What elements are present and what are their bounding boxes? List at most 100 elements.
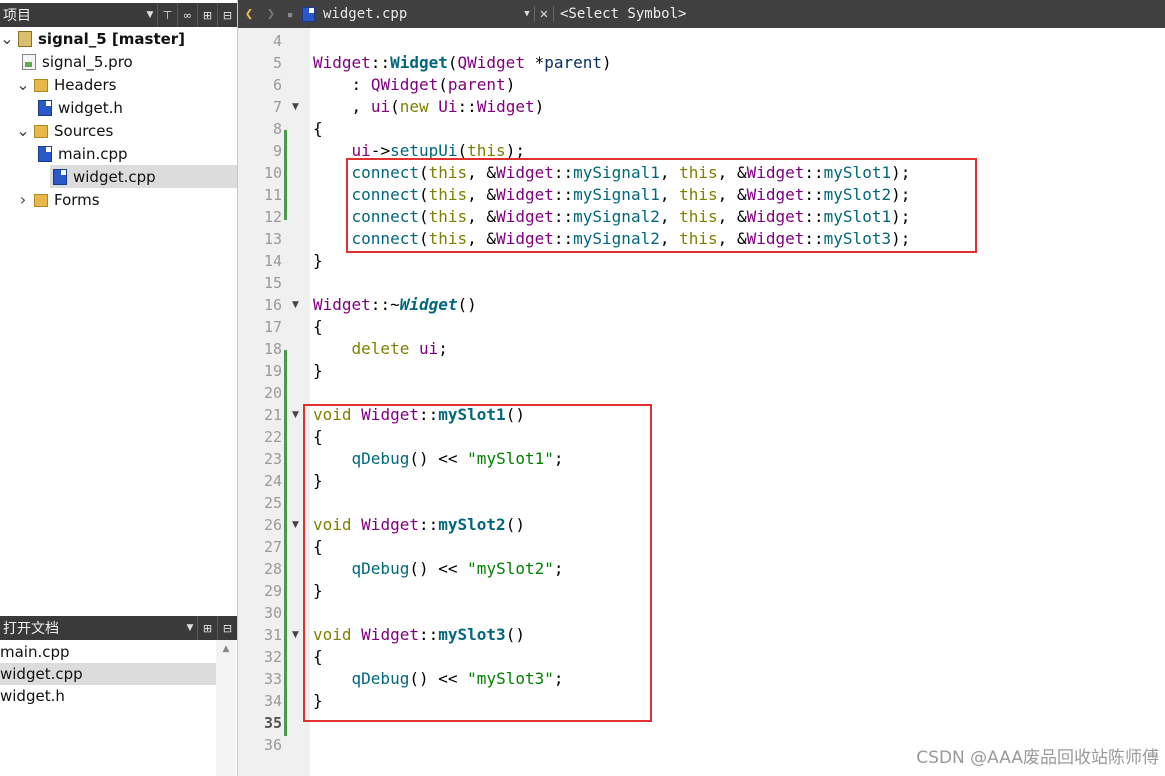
line-number-gutter: 4 5 6 7 ▼ 8 9 10 11 12 13 14 15 16 ▼ 17 18 19 20 21 ▼ 22 23 24 2… xyxy=(238,28,310,776)
line-number: 16 xyxy=(263,296,282,314)
line-number: 8 xyxy=(272,120,282,138)
line-number: 7 xyxy=(272,98,282,116)
chevron-right-icon[interactable]: › xyxy=(16,190,30,209)
code-line[interactable]: Widget::Widget(QWidget *parent) xyxy=(313,52,612,74)
line-number: 9 xyxy=(272,142,282,160)
line-number: 31 xyxy=(263,626,282,644)
cpp-file-icon xyxy=(302,6,315,22)
open-doc-item[interactable]: main.cpp xyxy=(0,641,216,663)
line-number: 29 xyxy=(263,582,282,600)
fold-arrow-icon[interactable]: ▼ xyxy=(292,624,302,646)
file-tab-label: widget.cpp xyxy=(323,6,408,22)
link-icon[interactable]: ∞ xyxy=(177,3,197,27)
chevron-down-icon[interactable]: ⌄ xyxy=(16,75,30,94)
headers-folder-icon xyxy=(34,79,48,92)
line-number: 34 xyxy=(263,692,282,710)
line-number: 10 xyxy=(263,164,282,182)
line-number: 27 xyxy=(263,538,282,556)
filter-icon[interactable]: ⊤ xyxy=(157,3,177,27)
chevron-down-icon[interactable]: ⌄ xyxy=(16,121,30,140)
tree-item[interactable]: widget.h xyxy=(38,96,123,119)
scroll-up-icon[interactable]: ▲ xyxy=(216,644,236,654)
line-number: 11 xyxy=(263,186,282,204)
line-number: 15 xyxy=(263,274,282,292)
code-line[interactable]: , ui(new Ui::Widget) xyxy=(313,96,545,118)
open-doc-item[interactable]: widget.h xyxy=(0,685,216,707)
file-selector[interactable]: widget.cpp ▼ xyxy=(298,6,534,22)
line-number: 17 xyxy=(263,318,282,336)
line-number: 21 xyxy=(263,406,282,424)
panel-dropdown-icon[interactable]: ▼ xyxy=(143,10,157,20)
line-number: 23 xyxy=(263,450,282,468)
code-line[interactable]: : QWidget(parent) xyxy=(313,74,516,96)
split-icon[interactable]: ⊞ xyxy=(197,616,217,640)
line-number: 6 xyxy=(272,76,282,94)
tree-item[interactable]: › Forms xyxy=(16,188,100,211)
tree-item[interactable]: signal_5.pro xyxy=(22,50,133,73)
tree-item[interactable]: ⌄ signal_5 [master] xyxy=(0,27,185,50)
line-number: 19 xyxy=(263,362,282,380)
fold-arrow-icon[interactable]: ▼ xyxy=(292,96,302,118)
connect-highlight-box xyxy=(346,158,977,253)
cpp-file-icon xyxy=(38,99,52,116)
line-number: 36 xyxy=(263,736,282,754)
line-number: 5 xyxy=(272,54,282,72)
tree-item[interactable]: widget.cpp xyxy=(50,165,237,188)
line-number: 12 xyxy=(263,208,282,226)
fold-arrow-icon[interactable]: ▼ xyxy=(292,514,302,536)
line-number: 22 xyxy=(263,428,282,446)
tree-item[interactable]: ⌄ Headers xyxy=(16,73,116,96)
project-panel-title: 项目 xyxy=(3,8,31,24)
tree-item-label: Forms xyxy=(54,190,100,209)
line-number: 14 xyxy=(263,252,282,270)
fold-arrow-icon[interactable]: ▼ xyxy=(292,404,302,426)
line-number: 33 xyxy=(263,670,282,688)
back-arrow-icon[interactable]: ❮ xyxy=(238,6,260,22)
close-panel-icon[interactable]: ⊟ xyxy=(217,3,237,27)
code-line[interactable]: delete ui; xyxy=(313,338,448,360)
pro-file-icon xyxy=(22,53,36,70)
code-line[interactable]: { xyxy=(313,118,323,140)
close-panel-icon[interactable]: ⊟ xyxy=(217,616,237,640)
project-sidebar: 项目 ▼ ⊤ ∞ ⊞ ⊟ ⌄ signal_5 [master] signal_5.… xyxy=(0,0,238,776)
line-number: 30 xyxy=(263,604,282,622)
code-line[interactable]: Widget::~Widget() xyxy=(313,294,477,316)
split-icon[interactable]: ⊞ xyxy=(197,3,217,27)
tree-item-label: Sources xyxy=(54,121,114,140)
forms-folder-icon xyxy=(34,194,48,207)
chevron-down-icon[interactable]: ⌄ xyxy=(0,29,14,48)
line-number: 4 xyxy=(272,32,282,50)
fold-arrow-icon[interactable]: ▼ xyxy=(292,294,302,316)
close-icon[interactable]: ✕ xyxy=(534,6,554,22)
watermark: CSDN @AAA废品回收站陈师傅 xyxy=(916,748,1159,768)
symbol-selector[interactable]: <Select Symbol> xyxy=(554,6,686,22)
line-number: 32 xyxy=(263,648,282,666)
code-line[interactable]: } xyxy=(313,360,323,382)
line-number: 28 xyxy=(263,560,282,578)
line-number: 24 xyxy=(263,472,282,490)
line-number: 25 xyxy=(263,494,282,512)
tree-item-label: Headers xyxy=(54,75,117,94)
tree-item-label: widget.cpp xyxy=(73,167,156,186)
code-line[interactable]: } xyxy=(313,250,323,272)
code-line[interactable]: { xyxy=(313,316,323,338)
tree-item[interactable]: main.cpp xyxy=(38,142,128,165)
editor-toolbar: ❮ ❯ ▪ widget.cpp ▼ ✕ <Select Symbol> xyxy=(238,0,1165,28)
slots-highlight-box xyxy=(303,404,652,722)
open-doc-item[interactable]: widget.cpp xyxy=(0,663,216,685)
panel-dropdown-icon[interactable]: ▼ xyxy=(183,623,197,633)
tree-item[interactable]: ⌄ Sources xyxy=(16,119,113,142)
line-number: 13 xyxy=(263,230,282,248)
tree-item-label: widget.h xyxy=(58,98,123,117)
chevron-down-icon[interactable]: ▼ xyxy=(520,9,534,19)
tree-item-label: main.cpp xyxy=(58,144,128,163)
project-panel-header: 项目 ▼ ⊤ ∞ ⊞ ⊟ xyxy=(0,3,237,27)
line-number: 26 xyxy=(263,516,282,534)
forward-arrow-icon[interactable]: ❯ xyxy=(260,6,282,22)
tree-item-label: signal_5.pro xyxy=(42,52,133,71)
change-marker xyxy=(284,373,287,736)
tree-item-label: signal_5 [master] xyxy=(38,29,186,48)
sources-folder-icon xyxy=(34,125,48,138)
open-docs-scrollbar[interactable]: ▲ xyxy=(216,640,236,776)
line-number: 35 xyxy=(263,714,282,732)
